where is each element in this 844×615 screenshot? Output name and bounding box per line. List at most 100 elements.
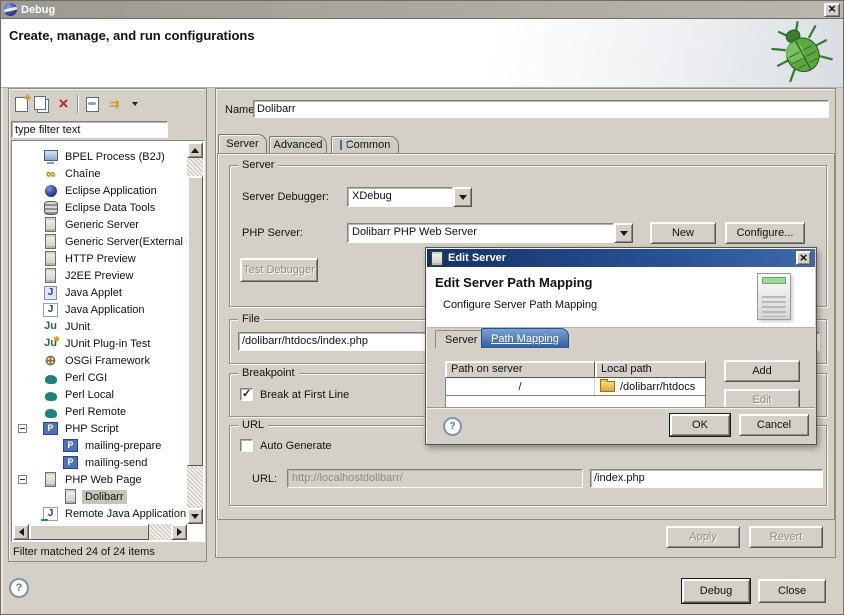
toolbar-separator [77,95,79,113]
duplicate-configuration-button[interactable] [32,94,53,115]
filter-input[interactable] [12,122,167,138]
tree-item-php-web-page[interactable]: PHP Web Page [13,471,187,488]
java-application-icon [43,302,58,317]
dialog-heading: Edit Server Path Mapping [435,275,592,290]
horizontal-scrollbar[interactable] [13,524,187,540]
tree-item-junit-plugin-test[interactable]: JUnit Plug-in Test [13,335,187,352]
chevron-down-icon[interactable] [614,223,633,243]
delete-configuration-button[interactable] [53,94,74,115]
window-title: Debug [21,4,824,16]
tree-item-junit[interactable]: JUnit [13,318,187,335]
server-debugger-select[interactable]: XDebug [347,187,472,207]
horizontal-scroll-thumb[interactable] [29,524,149,540]
auto-generate-checkbox[interactable] [240,439,253,452]
break-first-line-label: Break at First Line [260,389,349,401]
dialog-help-icon[interactable] [443,417,462,436]
new-configuration-button[interactable] [11,94,32,115]
dialog-title-bar[interactable]: Edit Server [427,249,815,267]
dialog-header: Edit Server Path Mapping Configure Serve… [427,267,815,328]
new-configuration-icon [15,97,28,112]
tab-common[interactable]: Common [331,136,399,153]
tree-item-java-application[interactable]: Java Application [13,301,187,318]
scroll-left-icon[interactable] [13,524,29,540]
dialog-close-icon[interactable] [796,251,811,265]
tree-item-http-preview[interactable]: HTTP Preview [13,250,187,267]
close-button[interactable]: Close [758,579,826,603]
file-group-title: File [238,313,264,326]
collapse-expander-icon[interactable] [18,424,27,433]
perl-camel-icon [43,387,58,402]
tree-item-osgi-framework[interactable]: OSGi Framework [13,352,187,369]
name-field[interactable] [254,101,828,117]
bpel-process-icon [43,149,58,164]
osgi-framework-icon [43,353,58,368]
tree-item-eclipse-application[interactable]: Eclipse Application [13,182,187,199]
dialog-tab-path-mapping[interactable]: Path Mapping [481,328,569,348]
database-icon [43,200,58,215]
debug-window: Debug Create, manage, and run configurat… [0,0,844,615]
server-tower-icon [757,273,791,320]
java-applet-icon [43,285,58,300]
tree-item-java-applet[interactable]: Java Applet [13,284,187,301]
tab-server[interactable]: Server [218,134,267,153]
scroll-right-icon[interactable] [171,524,187,540]
tree-item-eclipse-data-tools[interactable]: Eclipse Data Tools [13,199,187,216]
tree-item-mailing-prepare[interactable]: mailing-prepare [13,437,187,454]
collapse-expander-icon[interactable] [18,475,27,484]
column-path-on-server[interactable]: Path on server [445,361,595,378]
table-row[interactable]: / /dolibarr/htdocs [445,378,706,396]
ok-button[interactable]: OK [670,414,730,436]
php-server-select[interactable]: Dolibarr PHP Web Server [347,223,633,243]
server-icon [43,472,58,487]
add-button[interactable]: Add [724,360,800,382]
remote-java-icon [43,506,58,521]
configuration-tree: BPEL Process (B2J) Chaîne Eclipse Applic… [11,140,205,542]
column-local-path[interactable]: Local path [595,361,706,378]
tree-item-generic-server[interactable]: Generic Server [13,216,187,233]
vertical-scroll-thumb[interactable] [187,176,203,466]
tree-item-bpel-process-b2j[interactable]: BPEL Process (B2J) [13,148,187,165]
filter-menu-caret-icon[interactable] [124,94,145,115]
new-button[interactable]: New [650,222,716,244]
path-mapping-content: Path on server Local path / /dolibarr/ht… [427,348,815,411]
debug-button[interactable]: Debug [682,579,750,603]
base-url-field: http://localhostdolibarr/ [287,469,583,488]
tree-item-perl-cgi[interactable]: Perl CGI [13,369,187,386]
tree-item-j2ee-preview[interactable]: J2EE Preview [13,267,187,284]
revert-button[interactable]: Revert [749,526,823,548]
apply-button[interactable]: Apply [666,526,740,548]
tree-item-mailing-send[interactable]: mailing-send [13,454,187,471]
tree-item-php-script[interactable]: PHP Script [13,420,187,437]
chevron-down-icon[interactable] [453,187,472,207]
launch-tree-panel: ⇉ BPEL Process (B2J) Chaîne Eclipse Appl… [8,88,207,562]
filter-launch-configurations-button[interactable]: ⇉ [103,94,124,115]
help-icon[interactable] [9,578,29,598]
chain-icon [43,166,58,181]
tree-item-perl-local[interactable]: Perl Local [13,386,187,403]
tab-advanced[interactable]: Advanced [269,136,327,153]
name-field-wrap [253,100,829,118]
php-server-label: PHP Server: [242,227,303,239]
cancel-button[interactable]: Cancel [739,414,809,436]
configure-button[interactable]: Configure... [725,222,805,244]
break-first-line-checkbox[interactable] [240,388,253,401]
test-debugger-button[interactable]: Test Debugger [240,258,318,282]
eclipse-application-icon [43,183,58,198]
title-bar[interactable]: Debug [1,1,843,19]
edit-server-dialog: Edit Server Edit Server Path Mapping Con… [425,247,817,445]
php-script-icon [63,438,78,453]
tree-item-chaine[interactable]: Chaîne [13,165,187,182]
scroll-up-icon[interactable] [187,142,203,158]
collapse-all-button[interactable] [82,94,103,115]
window-close-icon[interactable] [824,3,840,17]
vertical-scrollbar[interactable] [187,142,203,524]
tree-item-generic-server-external[interactable]: Generic Server(External La [13,233,187,250]
perl-camel-icon [43,370,58,385]
tree-item-perl-remote[interactable]: Perl Remote [13,403,187,420]
tree-item-remote-java-application[interactable]: Remote Java Application [13,505,187,522]
tree-item-dolibarr[interactable]: Dolibarr [13,488,187,505]
url-file-field[interactable] [591,470,822,486]
scroll-down-icon[interactable] [187,508,203,524]
debug-bug-icon [769,21,835,85]
dialog-tab-server[interactable]: Server [435,330,487,348]
